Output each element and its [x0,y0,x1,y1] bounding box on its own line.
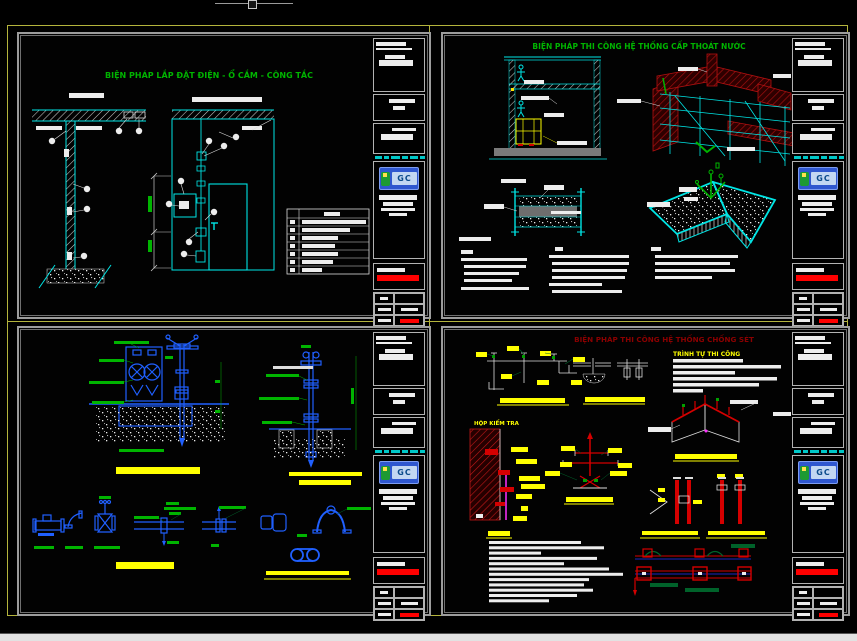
title-block-dossier-label [792,450,844,453]
title-block-logo-box: GC [792,455,844,553]
title-block-drawing-name-box [373,557,425,584]
title-block-item-box [373,417,425,448]
inspection-box-detail: HỘP KIỂM TRA [470,419,545,538]
title-block-company-box [373,332,425,386]
title-block-drawing-name-box [792,263,844,290]
logo-text: GC [392,466,417,479]
ground-rod-details [573,358,648,404]
building-section [489,57,607,183]
meter-pit-detail [89,335,229,474]
pipe-fittings-row [33,496,371,579]
plumbing-drawing: BIỆN PHÁP THI CÔNG HỆ THỐNG CẤP THOÁT NƯ… [445,36,844,313]
title-block-dossier-label [373,450,425,453]
dimension-lines [148,173,171,271]
scaffold-isometric [617,54,794,184]
sheet-number-red-cell [400,319,419,323]
sequence-heading: TRÌNH TỰ THI CÔNG [673,350,740,358]
down-conductor-run-detail [633,544,755,596]
logo-text: GC [811,466,836,479]
roof-ridge-isometric-detail [648,395,791,461]
roof-air-terminal-layout [476,346,585,405]
title-block-revision-table [792,586,844,621]
title-block-revision-table [373,586,425,621]
title-block-company-box [373,38,425,92]
red-stamp-bar [377,275,419,281]
sheet-title: BIỆN PHÁP THI CÔNG HỆ THỐNG CHỐNG SÉT [574,334,754,344]
notes-text [461,247,738,293]
sheet-title: BIỆN PHÁP THI CÔNG HỆ THỐNG CẤP THOÁT NƯ… [532,41,746,51]
title-block: GC [792,38,844,313]
sheet-number-red-cell [819,319,838,323]
title-block-dossier-label [792,156,844,159]
electrical-drawing: BIỆN PHÁP LẮP ĐẶT ĐIỆN - Ổ CẮM - CÔNG TẮ… [21,36,425,313]
sheet-lightning[interactable]: BIỆN PHÁP THI CÔNG HỆ THỐNG CHỐNG SÉT [441,326,850,616]
callout-bubbles-door [166,132,239,257]
red-stamp-bar [377,569,419,575]
title-block-project-box [373,94,425,121]
sheet-number-red-cell [400,613,419,617]
general-notes-text [489,541,623,602]
logo-leaf-icon [381,172,390,186]
viewport-grip-handle[interactable] [248,0,257,9]
company-logo: GC [798,167,838,190]
lightning-drawing: BIỆN PHÁP THI CÔNG HỆ THỐNG CHỐNG SÉT [445,330,844,610]
wall-section [32,110,146,288]
title-block-logo-box: GC [373,455,425,553]
valve-riser-detail [259,345,362,485]
title-block-project-box [792,94,844,121]
company-logo: GC [379,167,419,190]
red-stamp-bar [796,569,838,575]
title-block-company-box [792,38,844,92]
water-meter-drawing [21,330,425,610]
title-block: GC [373,38,425,313]
legend-table [287,209,369,274]
sheet-water-meter-details[interactable]: GC [17,326,431,616]
title-block-drawing-name-box [792,557,844,584]
sheet-title: BIỆN PHÁP LẮP ĐẶT ĐIỆN - Ổ CẮM - CÔNG TẮ… [105,68,313,80]
logo-text: GC [811,172,836,185]
logo-leaf-icon [381,466,390,480]
sheet-number-red-cell [819,613,838,617]
trench-isometric-detail [647,163,775,248]
title-block-logo-box: GC [373,161,425,259]
company-logo: GC [379,461,419,484]
title-block-revision-table [373,292,425,327]
title-block: GC [373,332,425,610]
title-block-logo-box: GC [792,161,844,259]
sheet-plumbing[interactable]: BIỆN PHÁP THI CÔNG HỆ THỐNG CẤP THOÁT NƯ… [441,32,850,319]
caption-meter-pit [116,467,200,474]
title-block: GC [792,332,844,610]
logo-leaf-icon [800,466,809,480]
construction-sequence-notes: TRÌNH TỰ THI CÔNG [673,350,781,393]
sheet-divider-horizontal [7,321,848,322]
title-block-drawing-name-box [373,263,425,290]
title-block-company-box [792,332,844,386]
title-block-dossier-label [373,156,425,159]
company-logo: GC [798,461,838,484]
callout-bubbles-left [49,119,142,259]
pipe-section-detail [459,185,585,241]
sheet-electrical[interactable]: BIỆN PHÁP LẮP ĐẶT ĐIỆN - Ổ CẮM - CÔNG TẮ… [17,32,431,319]
title-block-project-box [792,388,844,415]
title-block-item-box [792,417,844,448]
air-terminal-mast-detail [545,432,632,504]
cad-paper-space: BIỆN PHÁP LẮP ĐẶT ĐIỆN - Ổ CẮM - CÔNG TẮ… [0,0,857,640]
conductor-clamp-details [640,474,767,538]
title-block-item-box [373,123,425,154]
title-block-revision-table [792,292,844,327]
caption-fittings [116,562,174,569]
logo-leaf-icon [800,172,809,186]
title-block-item-box [792,123,844,154]
logo-text: GC [392,172,417,185]
inspection-heading: HỘP KIỂM TRA [474,419,520,427]
title-block-project-box [373,388,425,415]
red-stamp-bar [796,275,838,281]
